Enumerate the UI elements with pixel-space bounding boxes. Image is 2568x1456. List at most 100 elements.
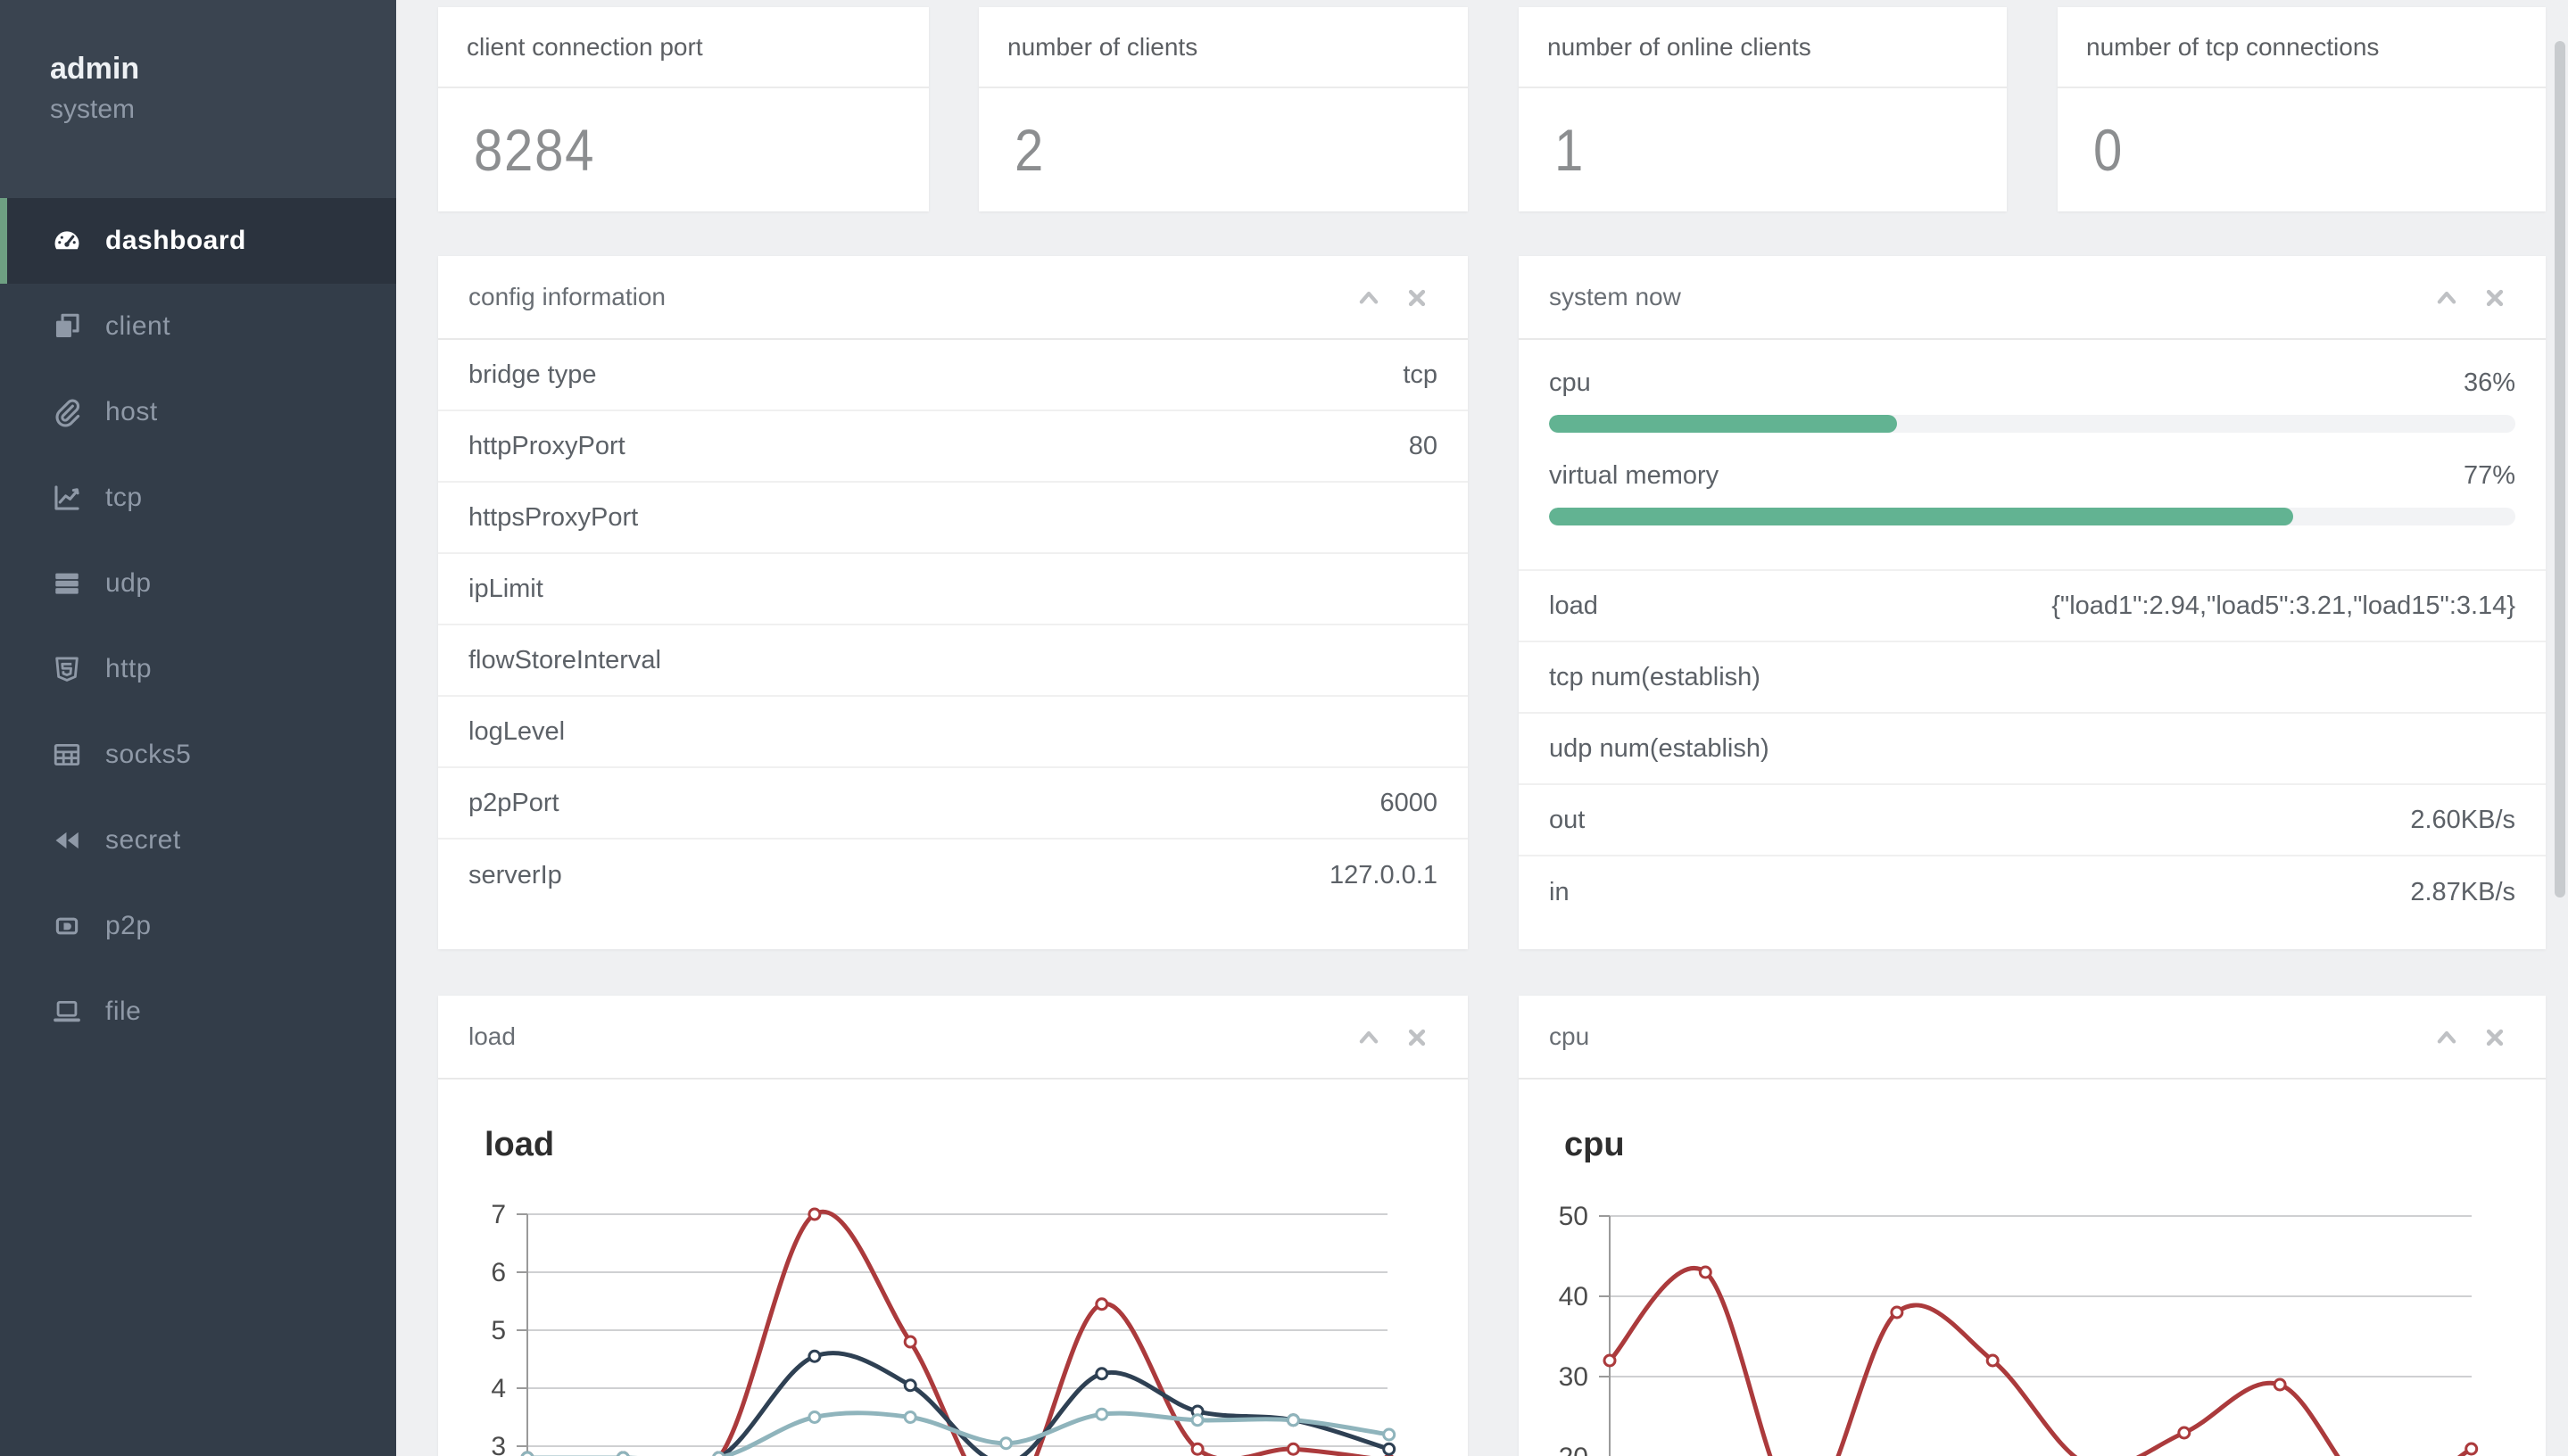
sidebar-item-client[interactable]: client bbox=[0, 284, 396, 369]
config-row: httpProxyPort 80 bbox=[438, 411, 1468, 483]
row-key: load bbox=[1549, 591, 1598, 620]
gauge-track bbox=[1549, 508, 2515, 525]
gauge-virtual-memory: virtual memory 77% bbox=[1549, 433, 2515, 525]
scrollbar-thumb[interactable] bbox=[2555, 41, 2565, 898]
svg-text:4: 4 bbox=[491, 1374, 506, 1403]
close-button[interactable] bbox=[1404, 1024, 1430, 1051]
row-key: in bbox=[1549, 877, 1570, 906]
panel-title: load bbox=[468, 1022, 516, 1050]
config-row: logLevel bbox=[438, 697, 1468, 768]
html5-shield-icon bbox=[52, 654, 82, 684]
config-row: p2pPort 6000 bbox=[438, 768, 1468, 840]
panel-header-icons bbox=[2433, 996, 2508, 1080]
server-stack-icon bbox=[52, 568, 82, 599]
collapse-button[interactable] bbox=[2433, 285, 2460, 311]
user-role: system bbox=[50, 95, 136, 124]
row-value: {"load1":2.94,"load5":3.21,"load15":3.14… bbox=[2051, 591, 2515, 620]
stat-card: number of online clients 1 bbox=[1519, 7, 2007, 211]
row-key: out bbox=[1549, 805, 1586, 834]
panel-header: config information bbox=[438, 256, 1468, 340]
stat-label: client connection port bbox=[467, 32, 703, 61]
collapse-button[interactable] bbox=[2433, 1024, 2460, 1051]
panel-config-information: config information bridge type tcp httpP… bbox=[438, 256, 1468, 949]
stat-value: 2 bbox=[1015, 117, 1046, 183]
cpu-chart: 50 40 30 20 bbox=[1559, 1202, 2479, 1456]
system-row: load {"load1":2.94,"load5":3.21,"load15"… bbox=[1519, 571, 2546, 642]
row-key: ipLimit bbox=[468, 574, 543, 603]
sidebar-item-secret[interactable]: secret bbox=[0, 798, 396, 883]
stat-label: number of clients bbox=[1007, 32, 1198, 61]
sidebar-item-label: udp bbox=[105, 568, 152, 598]
laptop-icon bbox=[52, 997, 82, 1027]
svg-text:3: 3 bbox=[491, 1432, 506, 1456]
load-chart: 7 6 5 4 3 bbox=[491, 1200, 1396, 1456]
panel-header-icons bbox=[2433, 256, 2508, 340]
collapse-button[interactable] bbox=[1355, 285, 1382, 311]
sidebar-item-label: secret bbox=[105, 825, 181, 855]
system-gauges: cpu 36% virtual memory 77% bbox=[1519, 340, 2546, 571]
row-value: 80 bbox=[1408, 431, 1437, 460]
svg-text:50: 50 bbox=[1559, 1202, 1588, 1231]
table-grid-icon bbox=[52, 740, 82, 770]
stat-card: number of clients 2 bbox=[979, 7, 1468, 211]
svg-text:7: 7 bbox=[491, 1200, 506, 1229]
p2p-badge-icon bbox=[52, 911, 82, 941]
close-icon bbox=[1408, 289, 1426, 307]
row-key: tcp num(establish) bbox=[1549, 662, 1760, 691]
line-chart-icon bbox=[52, 483, 82, 513]
gauge-percent: 77% bbox=[2463, 460, 2515, 490]
system-row: tcp num(establish) bbox=[1519, 642, 2546, 714]
sidebar-item-http[interactable]: http bbox=[0, 626, 396, 712]
config-row: httpsProxyPort bbox=[438, 483, 1468, 554]
panel-header-icons bbox=[1355, 996, 1430, 1080]
row-value: 2.60KB/s bbox=[2410, 805, 2515, 834]
sidebar-user-block: admin system bbox=[0, 0, 396, 198]
sidebar-menu: dashboard client host tcp udp http socks… bbox=[0, 198, 396, 1055]
user-name: admin bbox=[50, 52, 140, 86]
config-row: bridge type tcp bbox=[438, 340, 1468, 411]
row-key: httpsProxyPort bbox=[468, 502, 639, 532]
config-row: flowStoreInterval bbox=[438, 625, 1468, 697]
sidebar-item-label: tcp bbox=[105, 483, 143, 512]
stat-value: 0 bbox=[2093, 117, 2125, 183]
sidebar-item-host[interactable]: host bbox=[0, 369, 396, 455]
chevron-up-icon bbox=[1359, 291, 1379, 304]
system-row: in 2.87KB/s bbox=[1519, 856, 2546, 928]
sidebar-item-tcp[interactable]: tcp bbox=[0, 455, 396, 541]
svg-text:30: 30 bbox=[1559, 1362, 1588, 1392]
sidebar-item-label: socks5 bbox=[105, 740, 192, 769]
sidebar-item-label: host bbox=[105, 397, 158, 426]
copy-icon bbox=[52, 311, 82, 342]
system-row: udp num(establish) bbox=[1519, 714, 2546, 785]
chevron-up-icon bbox=[2437, 1030, 2456, 1044]
close-icon bbox=[1408, 1029, 1426, 1046]
sidebar-item-file[interactable]: file bbox=[0, 969, 396, 1055]
gauge-label: virtual memory bbox=[1549, 460, 1719, 490]
dashboard-gauge-icon bbox=[52, 226, 82, 256]
panel-header: cpu bbox=[1519, 996, 2546, 1080]
sidebar-item-udp[interactable]: udp bbox=[0, 541, 396, 626]
row-value: 6000 bbox=[1379, 788, 1437, 817]
svg-text:6: 6 bbox=[491, 1258, 506, 1287]
sidebar-item-socks5[interactable]: socks5 bbox=[0, 712, 396, 798]
gauge-fill bbox=[1549, 415, 1897, 433]
system-rows: load {"load1":2.94,"load5":3.21,"load15"… bbox=[1519, 571, 2546, 928]
gauge-cpu: cpu 36% bbox=[1549, 340, 2515, 433]
close-button[interactable] bbox=[1404, 285, 1430, 311]
svg-text:40: 40 bbox=[1559, 1282, 1588, 1311]
sidebar-item-label: http bbox=[105, 654, 153, 683]
gauge-percent: 36% bbox=[2463, 368, 2515, 397]
close-button[interactable] bbox=[2481, 1024, 2508, 1051]
config-row: serverIp 127.0.0.1 bbox=[438, 840, 1468, 911]
rewind-icon bbox=[52, 825, 82, 856]
sidebar-item-dashboard[interactable]: dashboard bbox=[0, 198, 396, 284]
sidebar-item-label: p2p bbox=[105, 911, 152, 940]
row-value: 2.87KB/s bbox=[2410, 877, 2515, 906]
sidebar-item-p2p[interactable]: p2p bbox=[0, 883, 396, 969]
collapse-button[interactable] bbox=[1355, 1024, 1382, 1051]
gauge-label: cpu bbox=[1549, 368, 1591, 397]
row-key: serverIp bbox=[468, 860, 562, 889]
paperclip-icon bbox=[52, 397, 82, 427]
close-button[interactable] bbox=[2481, 285, 2508, 311]
config-rows: bridge type tcp httpProxyPort 80 httpsPr… bbox=[438, 340, 1468, 911]
